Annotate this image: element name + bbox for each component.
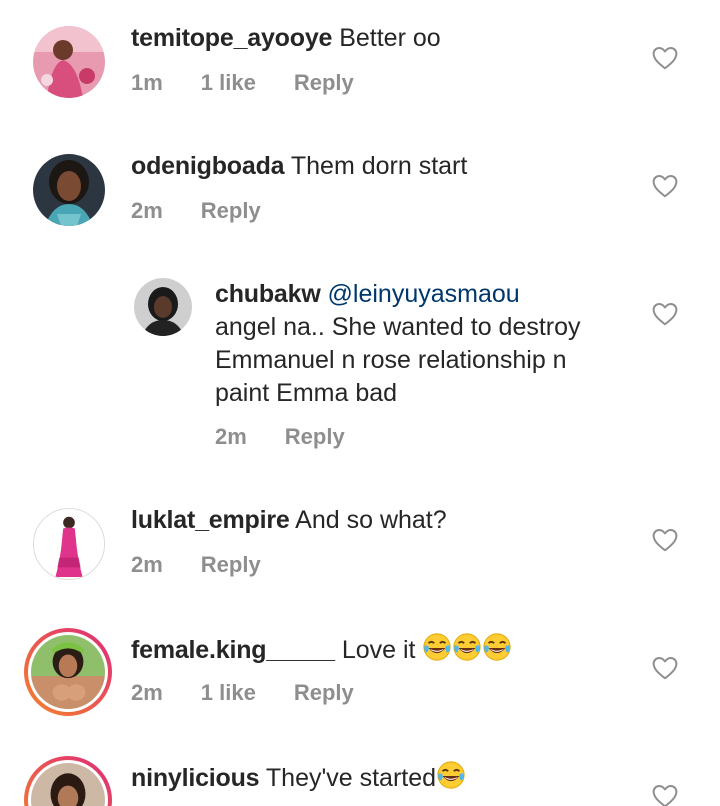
comment-username[interactable]: luklat_empire (131, 506, 290, 534)
comment-time: 2m (131, 680, 163, 705)
comment-item: temitope_ayooye Better oo 1m 1 like Reply (0, 0, 720, 130)
comment-username[interactable]: temitope_ayooye (131, 24, 332, 52)
face-with-tears-of-joy-icon (482, 632, 512, 662)
comment-body-line: paint Emma bad (215, 379, 398, 407)
comment-item: luklat_empire And so what? 2m Reply (0, 490, 720, 616)
comment-text: chubakw @leinyuyasmaou angel na.. She wa… (215, 278, 635, 410)
comment-body: Better oo (339, 24, 441, 52)
heart-outline-icon[interactable] (652, 656, 678, 680)
comment-time: 2m (131, 198, 163, 223)
comment-body: Them dorn start (290, 152, 468, 180)
reply-button[interactable]: Reply (294, 70, 354, 95)
comment-text: odenigboada Them dorn start (131, 150, 467, 183)
heart-outline-icon[interactable] (652, 784, 678, 806)
comment-username[interactable]: odenigboada (131, 152, 285, 180)
comment-username[interactable]: chubakw (215, 280, 321, 308)
comment-body-line: Emmanuel n rose relationship n (215, 346, 567, 374)
avatar[interactable] (33, 508, 105, 580)
reply-button[interactable]: Reply (201, 552, 261, 577)
avatar[interactable] (33, 154, 105, 226)
comment-text: temitope_ayooye Better oo (131, 22, 441, 55)
comment-body: They've started (265, 764, 437, 792)
reply-button[interactable]: Reply (294, 680, 354, 705)
comment-time: 2m (131, 552, 163, 577)
comment-username[interactable]: female.king_____ (131, 636, 335, 664)
heart-outline-icon[interactable] (652, 528, 678, 552)
face-with-tears-of-joy-icon (452, 632, 482, 662)
comment-time: 2m (215, 424, 247, 449)
face-with-tears-of-joy-icon (422, 632, 452, 662)
comment-meta: 1m 1 like Reply (131, 70, 392, 96)
comment-body: Love it (341, 636, 416, 664)
comment-likes[interactable]: 1 like (201, 680, 256, 705)
comment-text: luklat_empire And so what? (131, 504, 447, 537)
comment-meta: 2m Reply (131, 552, 299, 578)
comment-time: 1m (131, 70, 163, 95)
avatar-story-ring[interactable] (24, 628, 112, 716)
comment-reply-item: chubakw @leinyuyasmaou angel na.. She wa… (0, 258, 720, 490)
comment-username[interactable]: ninylicious (131, 764, 260, 792)
comment-likes[interactable]: 1 like (201, 70, 256, 95)
comment-text: ninylicious They've started (131, 760, 466, 795)
comment-meta: 2m Reply (215, 424, 383, 450)
heart-outline-icon[interactable] (652, 46, 678, 70)
comment-item: odenigboada Them dorn start 2m Reply (0, 130, 720, 258)
avatar[interactable] (134, 278, 192, 336)
comment-meta: 2m Reply (131, 198, 299, 224)
comment-meta: 2m 1 like Reply (131, 680, 392, 706)
comment-body-line: angel na.. She wanted to destroy (215, 313, 581, 341)
comment-body: And so what? (295, 506, 447, 534)
avatar-story-ring[interactable] (24, 756, 112, 806)
heart-outline-icon[interactable] (652, 302, 678, 326)
avatar[interactable] (33, 26, 105, 98)
reply-button[interactable]: Reply (285, 424, 345, 449)
mention-link[interactable]: @leinyuyasmaou (328, 280, 520, 308)
reply-button[interactable]: Reply (201, 198, 261, 223)
comment-item: female.king_____ Love it 2m 1 like Reply (0, 616, 720, 744)
comment-text: female.king_____ Love it (131, 632, 512, 667)
face-with-tears-of-joy-icon (436, 760, 466, 790)
heart-outline-icon[interactable] (652, 174, 678, 198)
comment-item: ninylicious They've started (0, 744, 720, 806)
